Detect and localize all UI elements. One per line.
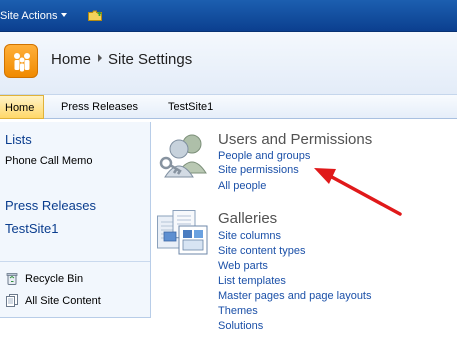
themes-link[interactable]: Themes (218, 305, 258, 318)
recycle-bin-label: Recycle Bin (25, 273, 84, 285)
site-actions-label: Site Actions (0, 10, 58, 22)
annotation-arrow-icon (314, 168, 402, 216)
quick-launch: Lists Phone Call Memo Press Releases Tes… (0, 122, 151, 318)
users-permissions-icon (159, 134, 207, 178)
galleries-title: Galleries (218, 210, 278, 227)
site-actions-bar: Site Actions (0, 0, 457, 32)
site-content-types-link[interactable]: Site content types (218, 245, 305, 258)
site-permissions-link[interactable]: Site permissions (218, 164, 299, 177)
list-templates-link[interactable]: List templates (218, 275, 286, 288)
all-site-content-link[interactable]: All Site Content (6, 294, 101, 307)
breadcrumb-separator-icon (98, 54, 103, 62)
quick-launch-press-releases[interactable]: Press Releases (5, 198, 96, 213)
sharepoint-people-logo[interactable] (4, 44, 38, 78)
users-and-permissions-title: Users and Permissions (218, 131, 373, 148)
recycle-bin-link[interactable]: Recycle Bin (6, 272, 83, 285)
master-pages-link[interactable]: Master pages and page layouts (218, 290, 372, 303)
galleries-icon (157, 210, 208, 255)
people-icon (14, 53, 30, 72)
quick-launch-testsite1[interactable]: TestSite1 (5, 221, 58, 236)
chevron-down-icon (61, 13, 68, 17)
quick-launch-divider (0, 261, 150, 262)
all-site-content-icon (6, 294, 18, 307)
solutions-link[interactable]: Solutions (218, 320, 263, 333)
breadcrumb: Home Site Settings (51, 51, 192, 69)
site-actions-menu[interactable]: Site Actions (0, 9, 68, 23)
quick-launch-lists[interactable]: Lists (5, 132, 32, 147)
tab-home[interactable]: Home (0, 95, 44, 119)
all-site-content-label: All Site Content (25, 295, 101, 307)
site-columns-link[interactable]: Site columns (218, 230, 281, 243)
tab-press-releases[interactable]: Press Releases (61, 95, 138, 119)
web-parts-link[interactable]: Web parts (218, 260, 268, 273)
page-title: Site Settings (108, 51, 193, 68)
recycle-bin-icon (6, 273, 18, 285)
top-nav: Home Press Releases TestSite1 (0, 94, 457, 119)
people-and-groups-link[interactable]: People and groups (218, 150, 310, 163)
breadcrumb-home[interactable]: Home (51, 51, 91, 68)
quick-launch-phone-call-memo[interactable]: Phone Call Memo (5, 155, 92, 167)
title-area: Home Site Settings (0, 32, 457, 94)
folder-up-icon[interactable] (88, 10, 102, 21)
tab-testsite1[interactable]: TestSite1 (168, 95, 213, 119)
all-people-link[interactable]: All people (218, 180, 266, 193)
